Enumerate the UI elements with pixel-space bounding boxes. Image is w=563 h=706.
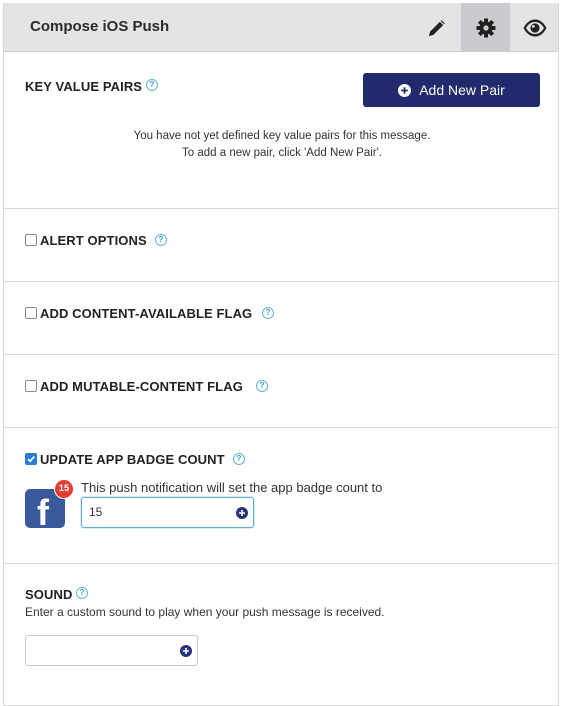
add-new-pair-label: Add New Pair — [419, 82, 505, 98]
badge-count-checkbox[interactable] — [25, 453, 37, 465]
badge-count-value: 15 — [89, 505, 103, 519]
mutable-content-title: ADD MUTABLE-CONTENT FLAG — [40, 379, 243, 394]
gear-icon — [475, 17, 497, 39]
sound-description: Enter a custom sound to play when your p… — [25, 605, 385, 619]
badge-count-input[interactable]: 15 — [81, 497, 254, 528]
content-available-help-icon[interactable]: ? — [262, 307, 274, 319]
mutable-content-section: ADD MUTABLE-CONTENT FLAG ? — [4, 355, 558, 428]
sound-title: SOUND — [25, 587, 73, 602]
alert-options-title: ALERT OPTIONS — [40, 233, 147, 248]
empty-pairs-line-2: To add a new pair, click 'Add New Pair'. — [182, 147, 382, 159]
mutable-content-checkbox[interactable] — [25, 380, 37, 392]
key-value-pairs-section: KEY VALUE PAIRS ? Add New Pair You have … — [4, 52, 558, 209]
content-available-checkbox[interactable] — [25, 307, 37, 319]
alert-options-section: ALERT OPTIONS ? — [4, 209, 558, 282]
badge-count-description: This push notification will set the app … — [81, 480, 383, 495]
key-value-pairs-title: KEY VALUE PAIRS — [25, 79, 143, 94]
sound-help-icon[interactable]: ? — [76, 587, 88, 599]
plus-circle-icon[interactable] — [236, 507, 248, 519]
panel-header: Compose iOS Push — [4, 3, 558, 52]
plus-circle-icon — [398, 83, 412, 97]
badge-count-help-icon[interactable]: ? — [233, 453, 245, 465]
badge-count-title: UPDATE APP BADGE COUNT — [40, 452, 225, 467]
content-available-section: ADD CONTENT-AVAILABLE FLAG ? — [4, 282, 558, 355]
compose-ios-push-panel: Compose iOS Push KEY VALUE PAIRS ? Add N… — [3, 3, 559, 706]
alert-options-checkbox[interactable] — [25, 234, 37, 246]
edit-button[interactable] — [412, 3, 461, 52]
sound-input[interactable] — [25, 635, 198, 666]
preview-button[interactable] — [510, 3, 558, 52]
plus-circle-icon[interactable] — [180, 645, 192, 657]
pencil-icon — [426, 17, 448, 39]
mutable-content-help-icon[interactable]: ? — [256, 380, 268, 392]
badge-count-section: UPDATE APP BADGE COUNT ? — [4, 428, 558, 564]
settings-button[interactable] — [461, 3, 510, 52]
app-badge-preview: 15 — [54, 479, 74, 499]
empty-pairs-message: You have not yet defined key value pairs… — [4, 128, 558, 162]
panel-title: Compose iOS Push — [30, 18, 170, 35]
eye-icon — [522, 18, 548, 38]
add-new-pair-button[interactable]: Add New Pair — [363, 73, 540, 107]
key-value-pairs-help-icon[interactable]: ? — [146, 79, 158, 91]
alert-options-help-icon[interactable]: ? — [155, 234, 167, 246]
empty-pairs-line-1: You have not yet defined key value pairs… — [133, 130, 431, 142]
content-available-title: ADD CONTENT-AVAILABLE FLAG — [40, 306, 253, 321]
